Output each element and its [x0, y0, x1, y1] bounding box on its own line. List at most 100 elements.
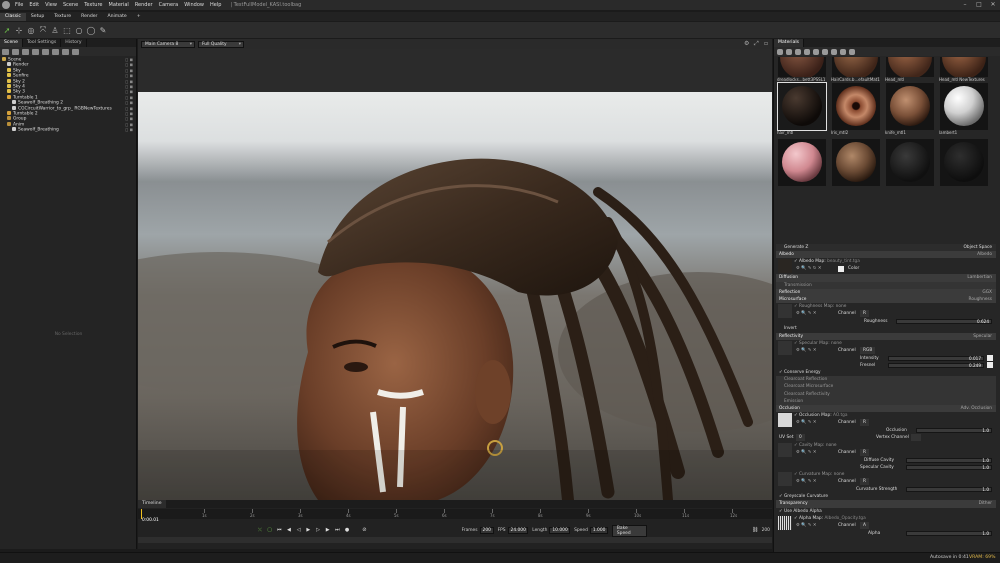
keyframe-icon[interactable]: ▢ [266, 527, 273, 534]
menu-view[interactable]: View [42, 2, 60, 8]
albedo-section[interactable]: Albedo Albedo [776, 251, 996, 259]
add-object-icon[interactable] [2, 48, 9, 55]
play-icon[interactable]: ▶ [305, 527, 312, 534]
diffuse-cavity-slider[interactable]: 1.0 [906, 457, 992, 463]
folder-icon[interactable] [822, 48, 828, 55]
alpha-channel-dropdown[interactable]: A [860, 521, 869, 529]
next-key-icon[interactable]: ▶ [324, 527, 331, 534]
duplicate-material-icon[interactable] [786, 48, 792, 55]
move-tool-icon[interactable]: ⊹ [14, 24, 24, 36]
menu-camera[interactable]: Camera [156, 2, 182, 8]
fresnel-slider[interactable]: 0.249 [888, 362, 984, 368]
length-field[interactable]: 10.000 [549, 527, 571, 534]
add-group-icon[interactable] [42, 48, 49, 55]
record-icon[interactable]: ● [344, 527, 351, 534]
material-tile[interactable]: Head_mtl [884, 57, 936, 83]
diffusion-section[interactable]: Diffusion Lambertian [776, 274, 996, 282]
material-tile[interactable]: Iris_mtl2 [830, 83, 882, 139]
material-tile[interactable] [830, 139, 882, 195]
occlusion-slider[interactable]: 1.0 [916, 428, 992, 434]
rotate-tool-icon[interactable]: ◎ [26, 24, 36, 36]
menu-texture[interactable]: Texture [81, 2, 105, 8]
camera-dropdown[interactable]: Main Camera 8 [141, 40, 195, 48]
menu-help[interactable]: Help [207, 2, 224, 8]
export-material-icon[interactable] [804, 48, 810, 55]
cavity-channel-dropdown[interactable]: R [860, 448, 869, 456]
tab-render[interactable]: Render [76, 13, 102, 21]
tab-tool-settings[interactable]: Tool Settings [23, 39, 62, 47]
tab-materials[interactable]: Materials [774, 39, 805, 47]
material-tile[interactable]: HairCards.b...efaultMat1 [830, 57, 882, 83]
bake-speed-button[interactable]: Bake Speed [611, 524, 647, 537]
duplicate-icon[interactable] [62, 48, 69, 55]
maximize-icon[interactable]: □ [972, 0, 986, 10]
tab-scene[interactable]: Scene [0, 39, 24, 47]
quality-dropdown[interactable]: Full Quality [198, 40, 244, 48]
menu-edit[interactable]: Edit [26, 2, 42, 8]
material-tile[interactable]: knife_mtl1 [884, 83, 936, 139]
curvature-map-thumbnail[interactable] [778, 471, 792, 486]
speed-field[interactable]: 1.000 [589, 527, 608, 534]
tab-history[interactable]: History [61, 39, 87, 47]
specular-map-thumbnail[interactable] [778, 340, 792, 355]
reflectivity-section[interactable]: Reflectivity Specular [776, 332, 996, 340]
microsurface-section[interactable]: Microsurface Roughness [776, 295, 996, 304]
occlusion-channel-dropdown[interactable]: R [860, 419, 869, 427]
roughness-channel-dropdown[interactable]: R [860, 310, 869, 318]
material-tile[interactable]: dreadlocks...bett3PSSL1 [776, 57, 828, 83]
generate-z-label[interactable]: Generate Z [784, 245, 808, 250]
fps-field[interactable]: 24.000 [507, 527, 529, 534]
invert-checkbox[interactable]: Invert [776, 325, 996, 332]
cavity-map-thumbnail[interactable] [778, 442, 792, 457]
reflection-section[interactable]: Reflection GGX [776, 288, 996, 296]
next-frame-icon[interactable]: ▷ [315, 527, 322, 534]
new-material-icon[interactable] [777, 48, 783, 55]
tab-classic[interactable]: Classic [0, 13, 26, 21]
auto-key-icon[interactable]: ⊘ [361, 527, 368, 534]
render-view[interactable] [138, 92, 772, 500]
save-material-icon[interactable] [813, 48, 819, 55]
material-tile[interactable] [884, 139, 936, 195]
clearcoat-reflection-section[interactable]: Clearcoat Reflection [776, 376, 996, 384]
menu-file[interactable]: File [12, 2, 26, 8]
add-camera-icon[interactable] [32, 48, 39, 55]
import-material-icon[interactable] [795, 48, 801, 55]
link-icon[interactable]: ⛓ [752, 527, 759, 534]
intensity-slider[interactable]: 0.017 [888, 355, 984, 361]
use-albedo-alpha-checkbox[interactable]: ✓ Use Albedo Alpha [776, 508, 996, 515]
material-tile[interactable]: hair_mtl [776, 82, 828, 139]
loop-icon[interactable]: ⤬ [257, 527, 264, 534]
occlusion-map-thumbnail[interactable] [778, 413, 792, 428]
clearcoat-reflectivity-section[interactable]: Clearcoat Reflectivity [776, 390, 996, 398]
add-sky-icon[interactable] [22, 48, 29, 55]
emission-section[interactable]: Emission [776, 397, 996, 405]
albedo-map-thumbnail[interactable] [778, 259, 792, 274]
material-tile[interactable]: lambert1 [938, 83, 990, 139]
greyscale-curvature-checkbox[interactable]: ✓ Greyscale Curvature [776, 493, 996, 500]
roughness-map-thumbnail[interactable] [778, 304, 792, 319]
paint-select-icon[interactable]: ✎ [98, 24, 108, 36]
curvature-map-tools-icon[interactable]: ⚙ 🔍 ✎ ✕ [796, 478, 817, 485]
menu-scene[interactable]: Scene [60, 2, 81, 8]
albedo-map-tools-icon[interactable]: ⚙ 🔍 ✎ ↻ ✕ [796, 265, 821, 272]
tree-item[interactable]: Seawolf_Breathing ◻ ◼ [0, 127, 136, 133]
add-turntable-icon[interactable] [52, 48, 59, 55]
visibility-toggle-icon[interactable]: ◻ ◼ [125, 127, 133, 132]
close-icon[interactable]: ✕ [986, 0, 1000, 10]
conserve-energy-checkbox[interactable]: ✓ Conserve Energy [776, 369, 996, 376]
minimize-icon[interactable]: – [958, 0, 972, 10]
tab-texture[interactable]: Texture [49, 13, 76, 21]
transmission-section[interactable]: Transmission [776, 281, 996, 289]
box-select-icon[interactable]: ⬚ [62, 24, 72, 36]
material-tile[interactable] [776, 139, 828, 195]
scale-tool-icon[interactable]: ⤧ [38, 24, 48, 36]
prev-frame-icon[interactable]: ◁ [295, 527, 302, 534]
curvature-channel-dropdown[interactable]: R [860, 477, 869, 485]
specular-map-tools-icon[interactable]: ⚙ 🔍 ✎ ✕ [796, 347, 817, 354]
curvature-strength-slider[interactable]: 1.0 [906, 486, 992, 492]
specular-cavity-slider[interactable]: 1.0 [906, 464, 992, 470]
add-light-icon[interactable] [12, 48, 19, 55]
alpha-map-thumbnail[interactable] [778, 515, 792, 530]
add-tab-button[interactable]: + [132, 13, 146, 21]
object-space-label[interactable]: Object Space [964, 244, 992, 251]
